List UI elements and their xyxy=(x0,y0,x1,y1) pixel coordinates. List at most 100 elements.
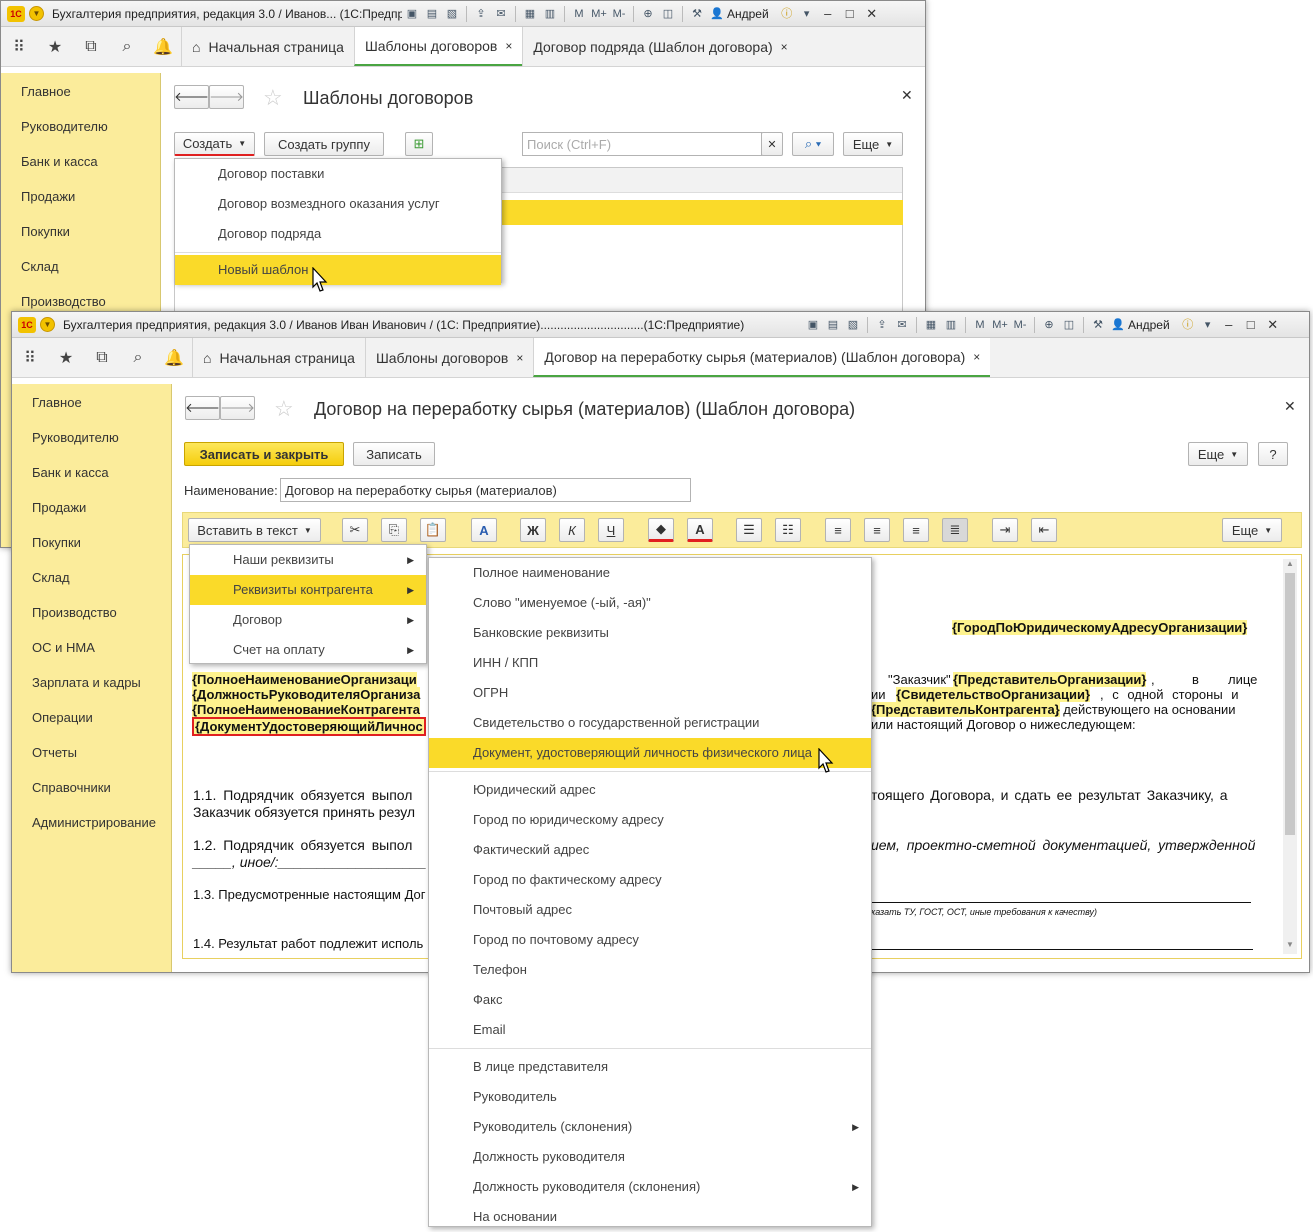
italic-button[interactable]: К xyxy=(559,518,585,542)
bell-icon[interactable]: 🔔 xyxy=(156,338,192,377)
menu-item-full-name[interactable]: Полное наименование xyxy=(429,558,871,588)
maximize-icon[interactable]: □ xyxy=(839,6,861,21)
calendar-icon[interactable]: ▥ xyxy=(943,317,959,333)
align-center-icon[interactable]: ≡ xyxy=(864,518,890,542)
tab-close-icon[interactable]: × xyxy=(973,350,980,364)
memory-plus-icon[interactable]: M+ xyxy=(591,6,607,22)
menu-item-representative[interactable]: В лице представителя xyxy=(429,1052,871,1082)
field-city[interactable]: {ГородПоЮридическомуАдресуОрганизации} xyxy=(952,620,1248,635)
mail-icon[interactable]: ✉ xyxy=(493,6,509,22)
tools-icon[interactable]: ⚒ xyxy=(689,6,705,22)
more-button[interactable]: Еще ▼ xyxy=(1188,442,1248,466)
sidebar-item-references[interactable]: Справочники xyxy=(12,770,171,805)
save-icon[interactable]: ▣ xyxy=(805,317,821,333)
calculator-icon[interactable]: ▦ xyxy=(923,317,939,333)
sidebar-item-reports[interactable]: Отчеты xyxy=(12,735,171,770)
save-button[interactable]: Записать xyxy=(353,442,435,466)
indent-decrease-icon[interactable]: ⇤ xyxy=(1031,518,1057,542)
history-icon[interactable]: ⧉ xyxy=(73,27,109,66)
field-org-representative[interactable]: {ПредставительОрганизации} xyxy=(953,672,1147,687)
apps-grid-icon[interactable]: ⠿ xyxy=(1,27,37,66)
apps-grid-icon[interactable]: ⠿ xyxy=(12,338,48,377)
more-button[interactable]: Еще ▼ xyxy=(843,132,903,156)
search-icon[interactable]: ⌕ xyxy=(109,27,145,66)
menu-item-manager-declension[interactable]: Руководитель (склонения) ▶ xyxy=(429,1112,871,1142)
menu-item-manager[interactable]: Руководитель xyxy=(429,1082,871,1112)
memory-m-icon[interactable]: M xyxy=(972,317,988,333)
numbered-list-icon[interactable]: ☷ xyxy=(775,518,801,542)
menu-item-contract[interactable]: Договор ▶ xyxy=(190,605,426,635)
main-menu-icon[interactable]: ▼ xyxy=(40,317,55,332)
format-more-button[interactable]: Еще ▼ xyxy=(1222,518,1282,542)
tab-processing-contract[interactable]: Договор на переработку сырья (материалов… xyxy=(533,338,991,377)
back-button[interactable]: 🡐 xyxy=(185,396,220,420)
memory-plus-icon[interactable]: M+ xyxy=(992,317,1008,333)
export-icon[interactable]: ⇪ xyxy=(473,6,489,22)
menu-item-manager-position[interactable]: Должность руководителя xyxy=(429,1142,871,1172)
sidebar-item-purchases[interactable]: Покупки xyxy=(1,214,160,249)
sidebar-item-sales[interactable]: Продажи xyxy=(12,490,171,525)
search-button[interactable]: ⌕ ▾ xyxy=(792,132,834,156)
indent-increase-icon[interactable]: ⇥ xyxy=(992,518,1018,542)
menu-item-registration-certificate[interactable]: Свидетельство о государственной регистра… xyxy=(429,708,871,738)
sidebar-item-admin[interactable]: Администрирование xyxy=(12,805,171,840)
menu-item-fax[interactable]: Факс xyxy=(429,985,871,1015)
sidebar-item-warehouse[interactable]: Склад xyxy=(1,249,160,284)
forward-button[interactable]: 🡒 xyxy=(209,85,244,109)
star-icon[interactable]: ★ xyxy=(37,27,73,66)
sidebar-item-operations[interactable]: Операции xyxy=(12,700,171,735)
info-icon[interactable]: ⓘ xyxy=(779,6,795,22)
menu-item-ogrn[interactable]: ОГРН xyxy=(429,678,871,708)
preview-icon[interactable]: ▧ xyxy=(845,317,861,333)
tab-contract-template[interactable]: Договор подряда (Шаблон договора) × xyxy=(522,27,797,66)
clear-search-button[interactable]: ✕ xyxy=(761,132,783,156)
field-org-full-name[interactable]: {ПолноеНаименованиеОрганизаци xyxy=(192,672,417,687)
sidebar-item-manager[interactable]: Руководителю xyxy=(12,420,171,455)
scroll-down-icon[interactable]: ▼ xyxy=(1283,940,1297,954)
sidebar-item-main[interactable]: Главное xyxy=(1,74,160,109)
preview-icon[interactable]: ▧ xyxy=(444,6,460,22)
help-button[interactable]: ? xyxy=(1258,442,1288,466)
sidebar-item-main[interactable]: Главное xyxy=(12,385,171,420)
add-file-button[interactable]: ⊞ xyxy=(405,132,433,156)
memory-minus-icon[interactable]: M- xyxy=(611,6,627,22)
menu-item-manager-position-declension[interactable]: Должность руководителя (склонения) ▶ xyxy=(429,1172,871,1202)
menu-item-legal-city[interactable]: Город по юридическому адресу xyxy=(429,805,871,835)
menu-item-counterparty-details[interactable]: Реквизиты контрагента ▶ xyxy=(190,575,426,605)
cut-icon[interactable]: ✂ xyxy=(342,518,368,542)
search-icon[interactable]: ⌕ xyxy=(120,338,156,377)
tab-close-icon[interactable]: × xyxy=(505,39,512,53)
align-left-icon[interactable]: ≡ xyxy=(825,518,851,542)
underline-button[interactable]: Ч xyxy=(598,518,624,542)
menu-item-postal-city[interactable]: Город по почтовому адресу xyxy=(429,925,871,955)
menu-item-supply-contract[interactable]: Договор поставки xyxy=(175,159,501,189)
memory-minus-icon[interactable]: M- xyxy=(1012,317,1028,333)
scrollbar[interactable]: ▲ ▼ xyxy=(1283,559,1297,954)
menu-item-named-word[interactable]: Слово "именуемое (-ый, -ая)" xyxy=(429,588,871,618)
tab-templates[interactable]: Шаблоны договоров × xyxy=(364,338,533,377)
close-icon[interactable]: ✕ xyxy=(861,6,883,22)
field-identity-document[interactable]: {ДокументУдостоверяющийЛичнос xyxy=(192,717,426,736)
user-name[interactable]: Андрей xyxy=(1128,318,1170,332)
menu-item-actual-city[interactable]: Город по фактическому адресу xyxy=(429,865,871,895)
create-button[interactable]: Создать ▼ xyxy=(174,132,255,156)
menu-item-our-details[interactable]: Наши реквизиты ▶ xyxy=(190,545,426,575)
user-name[interactable]: Андрей xyxy=(727,7,769,21)
sidebar-item-production[interactable]: Производство xyxy=(12,595,171,630)
print-icon[interactable]: ▤ xyxy=(825,317,841,333)
menu-item-legal-address[interactable]: Юридический адрес xyxy=(429,775,871,805)
close-form-icon[interactable]: ✕ xyxy=(901,87,913,104)
forward-button[interactable]: 🡒 xyxy=(220,396,255,420)
field-manager-position[interactable]: {ДолжностьРуководителяОрганиза xyxy=(192,687,421,702)
tools-icon[interactable]: ⚒ xyxy=(1090,317,1106,333)
tab-close-icon[interactable]: × xyxy=(516,351,523,365)
mail-icon[interactable]: ✉ xyxy=(894,317,910,333)
menu-item-invoice[interactable]: Счет на оплату ▶ xyxy=(190,635,426,665)
field-org-certificate[interactable]: {СвидетельствоОрганизации} xyxy=(896,687,1091,702)
menu-item-basis[interactable]: На основании xyxy=(429,1202,871,1232)
memory-m-icon[interactable]: M xyxy=(571,6,587,22)
menu-item-postal-address[interactable]: Почтовый адрес xyxy=(429,895,871,925)
save-and-close-button[interactable]: Записать и закрыть xyxy=(184,442,344,466)
scroll-up-icon[interactable]: ▲ xyxy=(1283,559,1297,573)
main-menu-icon[interactable]: ▼ xyxy=(29,6,44,21)
